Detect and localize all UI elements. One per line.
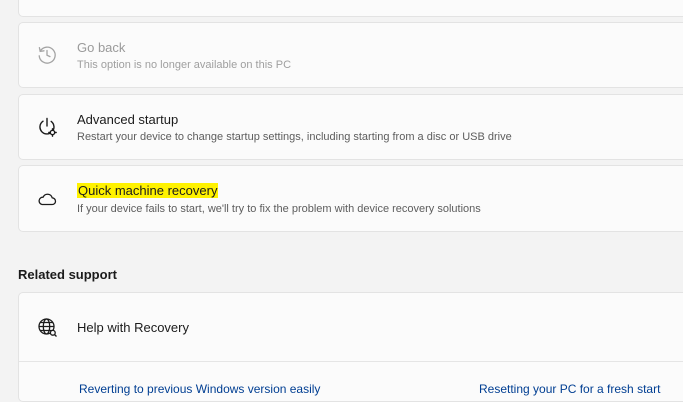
related-support-heading: Related support: [18, 267, 117, 282]
cloud-icon: [36, 188, 58, 210]
divider: [19, 361, 683, 362]
globe-icon: [36, 316, 58, 338]
history-icon: [36, 44, 58, 66]
quick-machine-recovery-title: Quick machine recovery: [77, 183, 219, 198]
quick-machine-recovery-option[interactable]: Quick machine recovery If your device fa…: [18, 165, 683, 232]
help-with-recovery-title[interactable]: Help with Recovery: [77, 320, 189, 335]
title-highlight: Quick machine recovery: [77, 183, 219, 198]
revert-windows-link[interactable]: Reverting to previous Windows version ea…: [79, 382, 320, 396]
related-support-card: Help with Recovery Reverting to previous…: [18, 292, 683, 402]
quick-machine-recovery-subtitle: If your device fails to start, we'll try…: [77, 203, 481, 215]
power-settings-icon: [36, 116, 58, 138]
go-back-subtitle: This option is no longer available on th…: [77, 59, 292, 71]
go-back-option: Go back This option is no longer availab…: [18, 22, 683, 88]
advanced-startup-title: Advanced startup: [77, 112, 179, 127]
reset-pc-link[interactable]: Resetting your PC for a fresh start: [479, 382, 660, 396]
previous-settings-card: [18, 0, 683, 17]
advanced-startup-subtitle: Restart your device to change startup se…: [77, 131, 512, 143]
advanced-startup-option[interactable]: Advanced startup Restart your device to …: [18, 94, 683, 160]
go-back-title: Go back: [77, 40, 126, 55]
